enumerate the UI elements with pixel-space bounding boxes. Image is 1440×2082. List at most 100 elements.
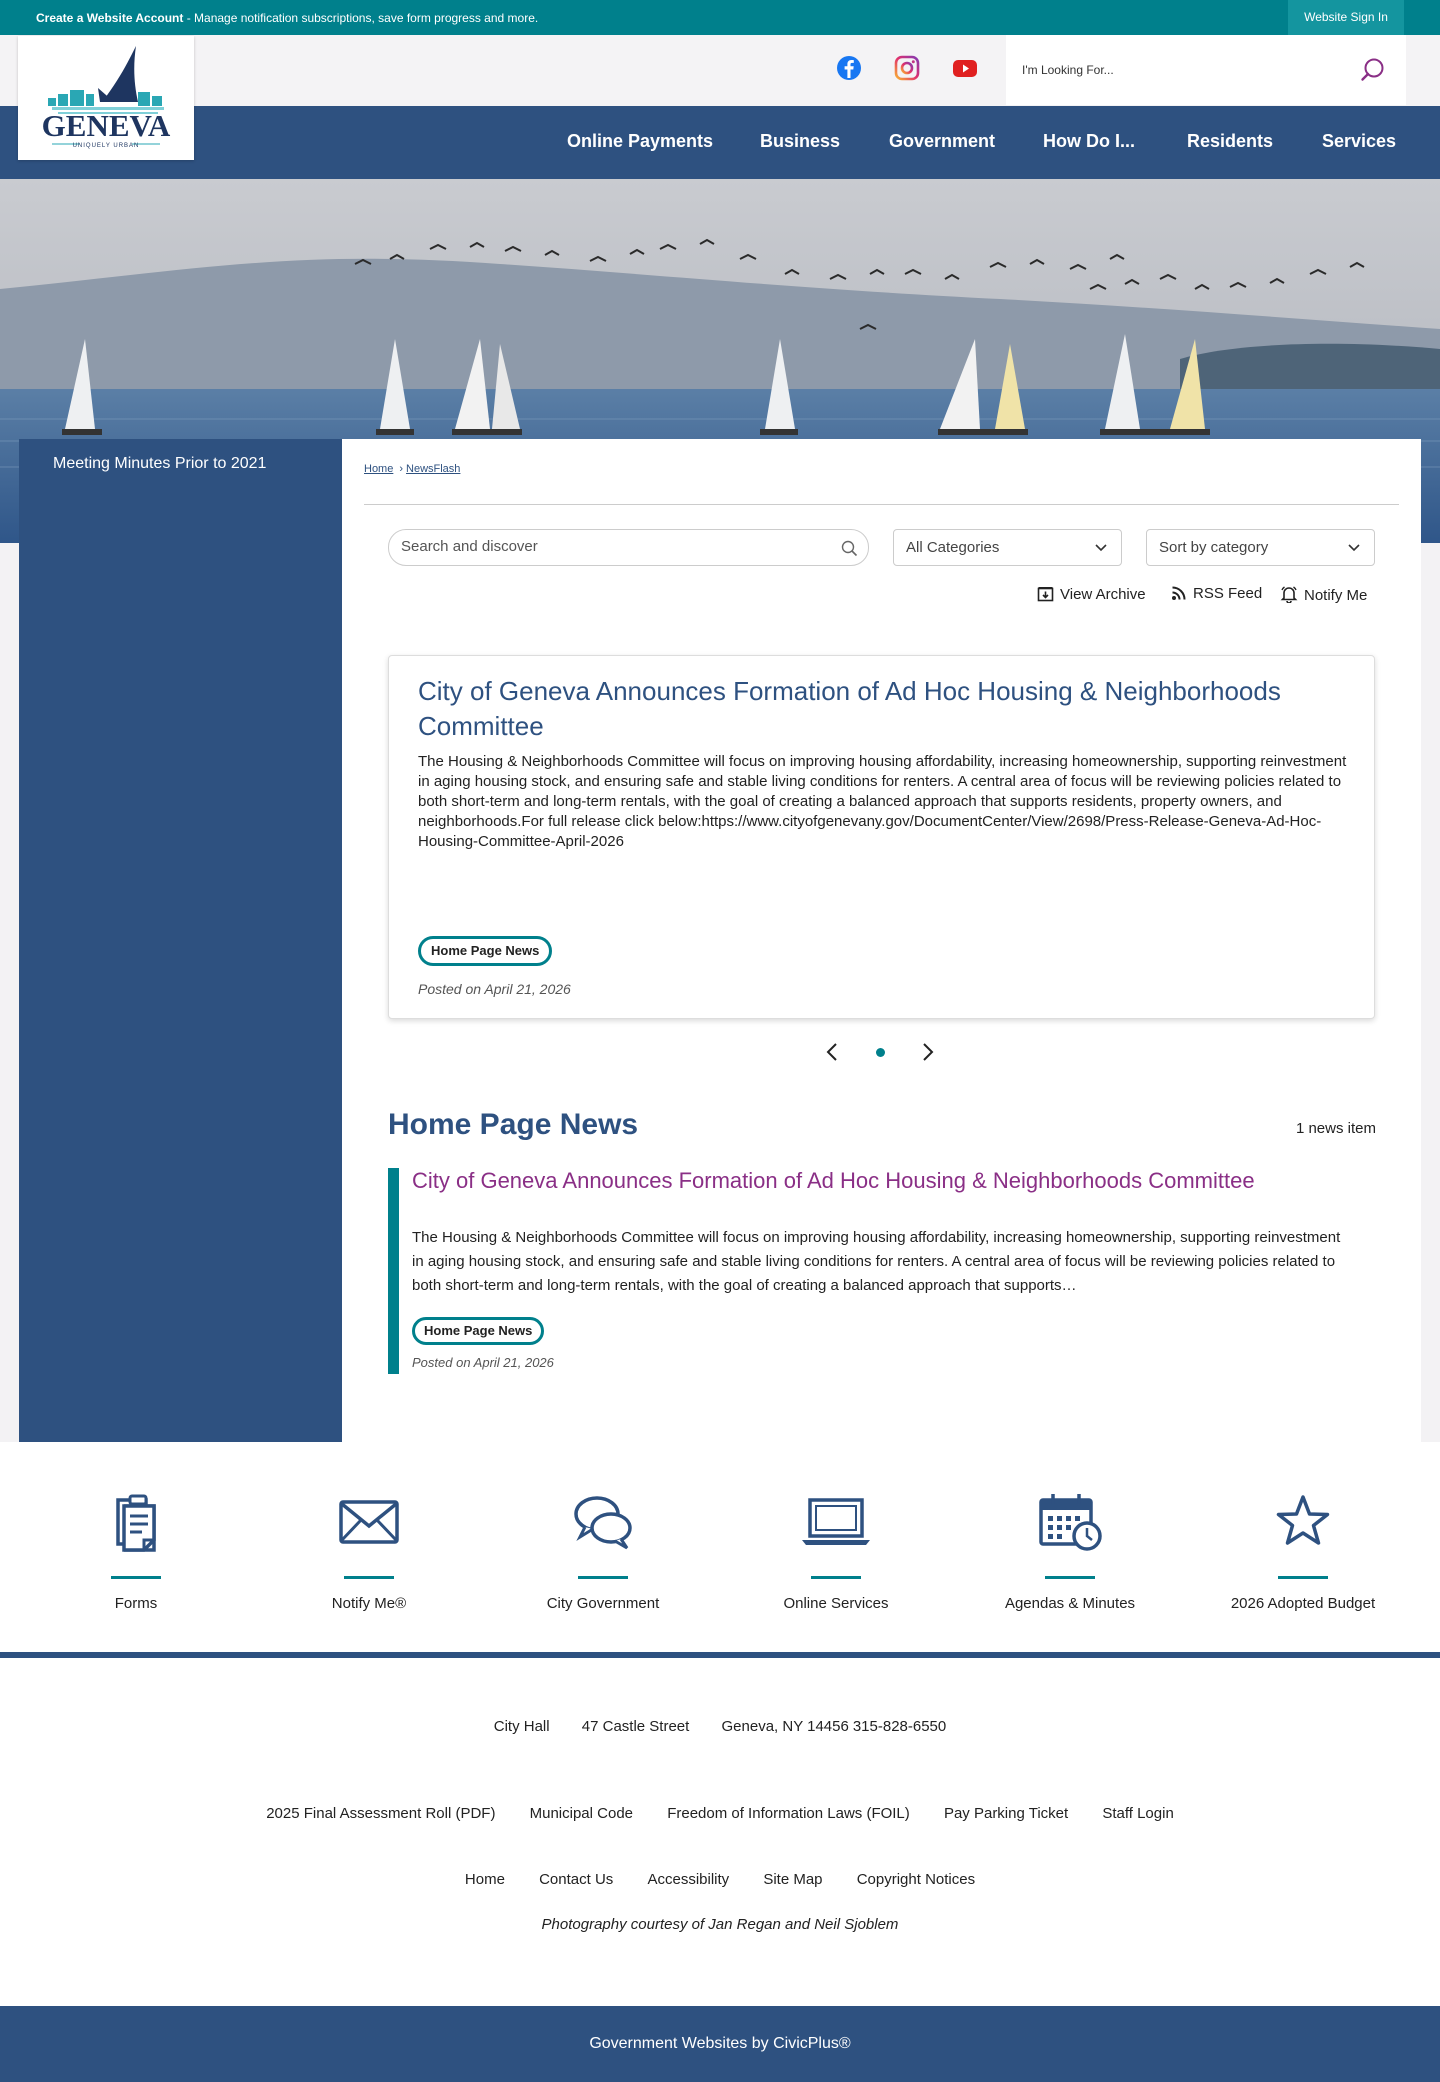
news-item-tag[interactable]: Home Page News [412,1317,545,1345]
forms-icon [116,1494,156,1552]
notify-me-link[interactable]: Notify Me [1280,585,1367,604]
featured-news-title[interactable]: City of Geneva Announces Formation of Ad… [418,674,1348,744]
search-icon[interactable] [841,540,858,557]
quick-link-underline [344,1576,394,1579]
create-account-text: - Manage notification subscriptions, sav… [183,11,539,25]
quick-link-label: Notify Me® [331,1595,407,1612]
quick-link-forms[interactable]: Forms [36,1492,236,1612]
nav-business[interactable]: Business [760,131,840,152]
sort-select-value: Sort by category [1159,539,1269,556]
quick-link-underline [111,1576,161,1579]
sidebar: Meeting Minutes Prior to 2021 [19,439,342,1442]
chat-bubbles-icon [574,1496,632,1550]
footer-link-foil[interactable]: Freedom of Information Laws (FOIL) [667,1805,910,1822]
footer-link-municipal-code[interactable]: Municipal Code [530,1805,633,1822]
rss-feed-link[interactable]: RSS Feed [1171,585,1262,602]
quick-link-online-services[interactable]: Online Services [736,1492,936,1612]
create-account-link[interactable]: Create a Website Account [36,11,183,25]
quick-link-agendas-minutes[interactable]: Agendas & Minutes [970,1492,1170,1612]
carousel-dot[interactable] [876,1048,885,1057]
footer-link-contact[interactable]: Contact Us [539,1871,613,1888]
sidebar-item-meeting-minutes[interactable]: Meeting Minutes Prior to 2021 [53,455,266,473]
rss-icon [1172,586,1186,600]
logo-tagline: UNIQUELY URBAN [73,143,140,149]
nav-online-payments[interactable]: Online Payments [567,131,713,152]
breadcrumb-separator: › [399,463,404,475]
civicplus-credit-link[interactable]: Government Websites by CivicPlus® [0,2006,1440,2082]
footer-address-city: Geneva, NY 14456 [721,1718,849,1735]
footer-link-staff-login[interactable]: Staff Login [1102,1805,1173,1822]
category-select[interactable]: All Categories [893,529,1122,566]
footer-link-copyright[interactable]: Copyright Notices [857,1871,975,1888]
quick-links: Forms Notify Me® City Government Online … [0,1442,1440,1652]
footer-link-assessment-roll[interactable]: 2025 Final Assessment Roll (PDF) [266,1805,495,1822]
photo-credit: Photography courtesy of Jan Regan and Ne… [541,1916,899,1933]
view-archive-link[interactable]: View Archive [1037,585,1146,603]
chevron-down-icon [1095,544,1107,552]
logo-name: GENEVA [42,108,171,143]
view-archive-label: View Archive [1060,586,1146,603]
nav-services[interactable]: Services [1322,131,1396,152]
footer-link-accessibility[interactable]: Accessibility [647,1871,729,1888]
laptop-icon [802,1498,870,1545]
sort-select[interactable]: Sort by category [1146,529,1375,566]
rss-feed-label: RSS Feed [1193,585,1263,602]
footer-links-secondary: Home Contact Us Accessibility Site Map C… [0,1871,1440,1888]
star-icon [1276,1495,1330,1545]
calendar-clock-icon [1039,1494,1102,1551]
footer-address: City Hall 47 Castle Street Geneva, NY 14… [0,1718,1440,1735]
nav-residents[interactable]: Residents [1187,131,1273,152]
youtube-icon[interactable] [951,54,979,82]
quick-link-notify-me[interactable]: Notify Me® [269,1492,469,1612]
featured-news-body: The Housing & Neighborhoods Committee wi… [418,753,1347,850]
news-item-date: Posted on April 21, 2026 [412,1355,554,1370]
chevron-right-icon[interactable] [922,1042,934,1062]
news-item-title-link[interactable]: City of Geneva Announces Formation of Ad… [412,1168,1382,1194]
archive-icon [1037,587,1054,602]
search-icon[interactable] [1360,57,1386,83]
quick-link-adopted-budget[interactable]: 2026 Adopted Budget [1203,1492,1403,1612]
chevron-left-icon[interactable] [826,1042,838,1062]
nav-government[interactable]: Government [889,131,995,152]
news-list-item: City of Geneva Announces Formation of Ad… [388,1168,1378,1374]
website-sign-in-button[interactable]: Website Sign In [1288,0,1404,35]
quick-link-underline [578,1576,628,1579]
bell-icon [1280,586,1298,604]
breadcrumb-home-link[interactable]: Home [364,463,393,475]
main-navigation: Online Payments Business Government How … [0,106,1440,179]
geneva-logo[interactable]: GENEVA UNIQUELY URBAN [18,36,194,160]
quick-link-label: Forms [114,1595,158,1612]
featured-news-date: Posted on April 21, 2026 [418,981,571,997]
facebook-icon[interactable] [835,54,863,82]
main-content: Home ›NewsFlash All Categories Sort by ca… [342,439,1421,1442]
footer-link-home[interactable]: Home [465,1871,505,1888]
nav-how-do-i[interactable]: How Do I... [1043,131,1135,152]
footer-phone[interactable]: 315-828-6550 [853,1718,946,1735]
news-search-box [388,529,869,566]
footer-link-pay-parking[interactable]: Pay Parking Ticket [944,1805,1068,1822]
site-search-input[interactable] [1022,59,1342,81]
news-search-input[interactable] [401,538,801,555]
footer-link-site-map[interactable]: Site Map [763,1871,822,1888]
notify-me-label: Notify Me [1304,587,1368,604]
news-item-summary: The Housing & Neighborhoods Committee wi… [412,1229,1341,1294]
top-bar: Create a Website Account - Manage notifi… [0,0,1440,35]
quick-link-label: Agendas & Minutes [1004,1595,1136,1612]
instagram-icon[interactable] [893,54,921,82]
quick-link-city-government[interactable]: City Government [503,1492,703,1612]
quick-link-label: 2026 Adopted Budget [1230,1595,1376,1612]
envelope-icon [339,1500,399,1544]
category-select-value: All Categories [906,539,1000,556]
featured-news-tag[interactable]: Home Page News [418,936,553,966]
footer-address-street: 47 Castle Street [581,1718,690,1735]
quick-link-label: City Government [546,1595,660,1612]
divider [364,504,1399,505]
news-item-count: 1 news item [1295,1120,1376,1137]
featured-news-card: City of Geneva Announces Formation of Ad… [388,655,1375,1019]
breadcrumb-newsflash-link[interactable]: NewsFlash [406,463,460,475]
quick-link-underline [811,1576,861,1579]
chevron-down-icon [1348,544,1360,552]
footer-links-primary: 2025 Final Assessment Roll (PDF) Municip… [0,1805,1440,1822]
breadcrumb: Home › NewsFlash [364,463,460,475]
footer-address-name: City Hall [493,1718,550,1735]
